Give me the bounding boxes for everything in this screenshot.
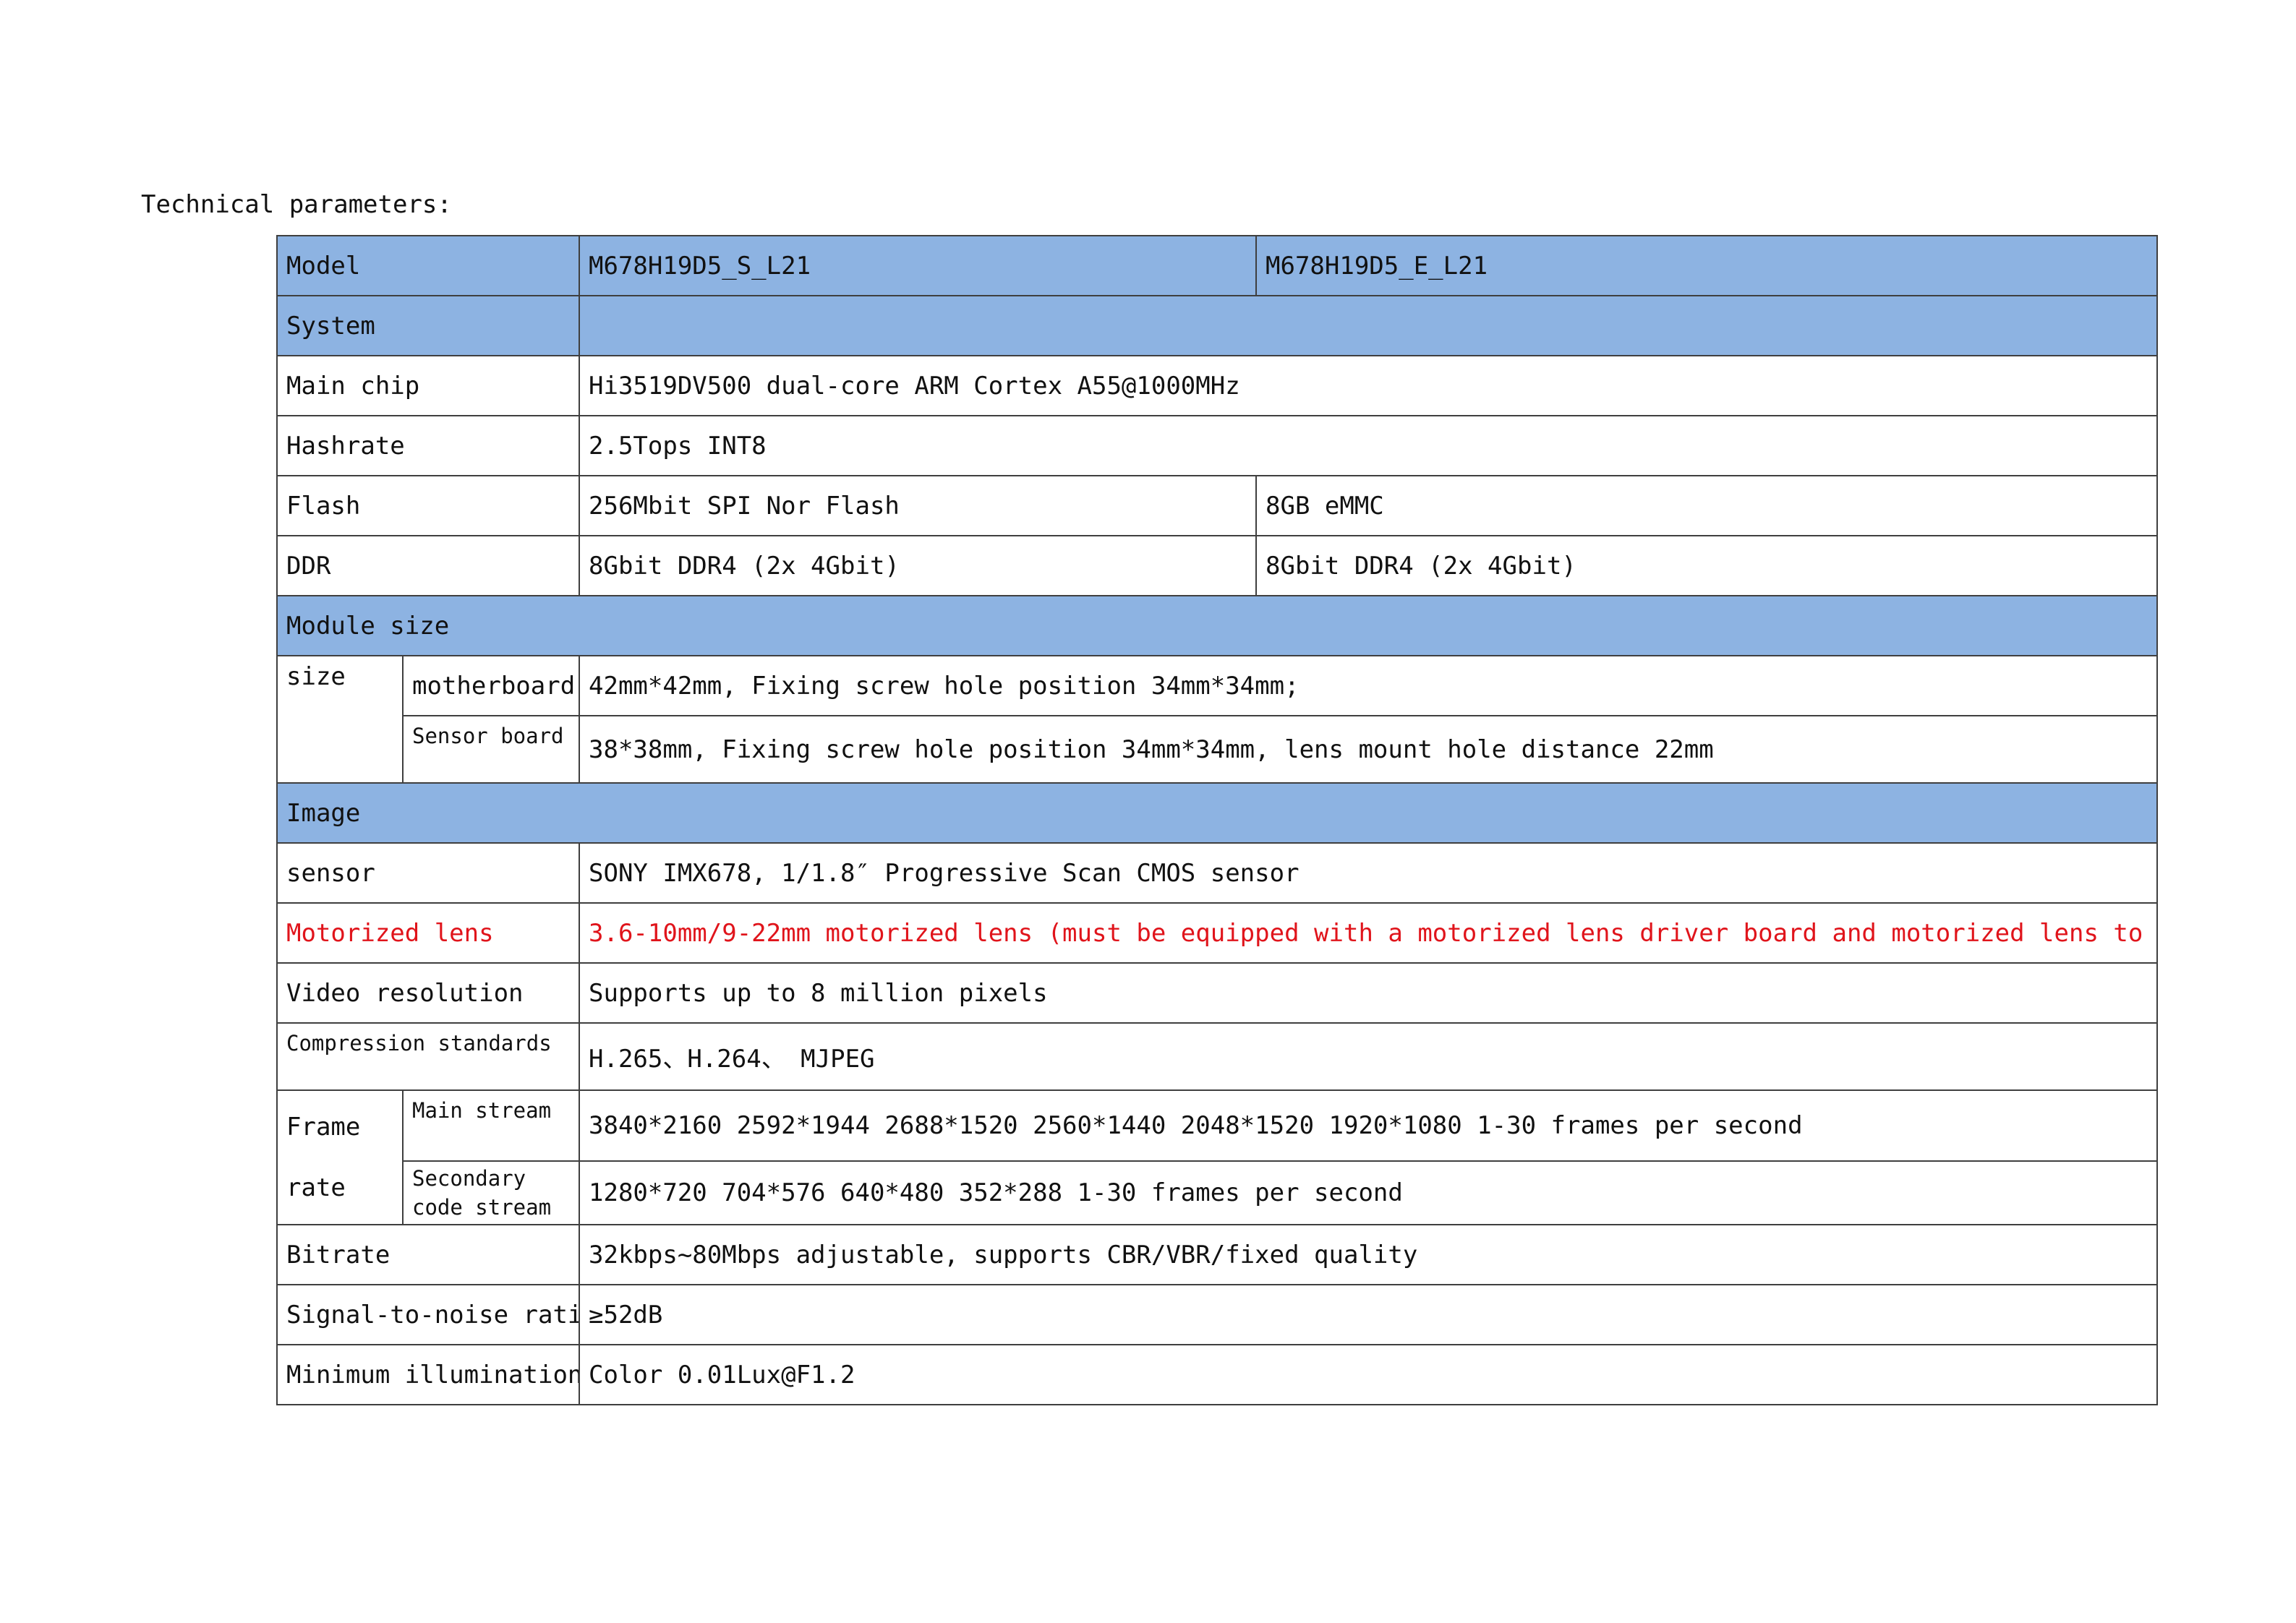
hashrate-label: Hashrate bbox=[276, 415, 581, 476]
snr-row: Signal-to-noise ratio ≥52dB bbox=[276, 1284, 2159, 1345]
technical-parameters-table: Model M678H19D5_S_L21 M678H19D5_E_L21 Sy… bbox=[276, 235, 2159, 1405]
secondary-stream-label-line1: Secondary bbox=[412, 1166, 526, 1191]
sensor-label: sensor bbox=[276, 842, 581, 904]
sensor-board-label: Sensor board bbox=[401, 715, 581, 784]
main-stream-row: Frame rate Main stream 3840*2160 2592*19… bbox=[276, 1089, 2159, 1225]
main-stream-value: 3840*2160 2592*1944 2688*1520 2560*1440 … bbox=[579, 1089, 2159, 1162]
ddr-row: DDR 8Gbit DDR4 (2x 4Gbit) 8Gbit DDR4 (2x… bbox=[276, 535, 2159, 596]
frame-rate-label: Frame rate bbox=[276, 1089, 404, 1225]
bitrate-row: Bitrate 32kbps~80Mbps adjustable, suppor… bbox=[276, 1224, 2159, 1285]
section-system-row: System bbox=[276, 295, 2159, 356]
main-chip-label: Main chip bbox=[276, 355, 581, 416]
motorized-lens-value: 3.6-10mm/9-22mm motorized lens (must be … bbox=[579, 902, 2159, 964]
main-chip-value: Hi3519DV500 dual-core ARM Cortex A55@100… bbox=[579, 355, 2159, 416]
min-illumination-value: Color 0.01Lux@F1.2 bbox=[579, 1344, 2159, 1405]
secondary-stream-value: 1280*720 704*576 640*480 352*288 1-30 fr… bbox=[579, 1160, 2159, 1225]
section-system-label: System bbox=[276, 295, 581, 356]
sensor-value: SONY IMX678, 1/1.8″ Progressive Scan CMO… bbox=[579, 842, 2159, 904]
sensor-board-value: 38*38mm, Fixing screw hole position 34mm… bbox=[579, 715, 2159, 784]
compression-row: Compression standards H.265、H.264、 MJPEG bbox=[276, 1022, 2159, 1091]
secondary-stream-label: Secondary code stream bbox=[401, 1160, 581, 1225]
hashrate-value: 2.5Tops INT8 bbox=[579, 415, 2159, 476]
snr-value: ≥52dB bbox=[579, 1284, 2159, 1345]
secondary-stream-row: Secondary code stream 1280*720 704*576 6… bbox=[277, 1160, 2159, 1225]
section-image-row: Image bbox=[276, 782, 2159, 844]
flash-row: Flash 256Mbit SPI Nor Flash 8GB eMMC bbox=[276, 475, 2159, 536]
section-image-label: Image bbox=[276, 782, 2159, 844]
snr-label: Signal-to-noise ratio bbox=[276, 1284, 581, 1345]
flash-e-value: 8GB eMMC bbox=[1255, 475, 2159, 536]
compression-value: H.265、H.264、 MJPEG bbox=[579, 1022, 2159, 1091]
bitrate-label: Bitrate bbox=[276, 1224, 581, 1285]
secondary-stream-label-line2: code stream bbox=[412, 1195, 552, 1220]
frame-rate-label-line1: Frame bbox=[286, 1113, 361, 1142]
hashrate-row: Hashrate 2.5Tops INT8 bbox=[276, 415, 2159, 476]
frame-rate-label-line2: rate bbox=[286, 1173, 346, 1202]
min-illumination-label: Minimum illumination bbox=[276, 1344, 581, 1405]
main-stream-label: Main stream bbox=[401, 1089, 581, 1162]
sensor-board-row: Sensor board 38*38mm, Fixing screw hole … bbox=[277, 715, 2159, 784]
model-label: Model bbox=[276, 235, 581, 296]
bitrate-value: 32kbps~80Mbps adjustable, supports CBR/V… bbox=[579, 1224, 2159, 1285]
page-heading: Technical parameters: bbox=[141, 190, 452, 219]
sensor-row: sensor SONY IMX678, 1/1.8″ Progressive S… bbox=[276, 842, 2159, 904]
motorized-lens-row: Motorized lens 3.6-10mm/9-22mm motorized… bbox=[276, 902, 2159, 964]
model-e-value: M678H19D5_E_L21 bbox=[1255, 235, 2159, 296]
motherboard-row: size motherboard 42mm*42mm, Fixing screw… bbox=[276, 655, 2159, 784]
section-module-size-label: Module size bbox=[276, 595, 2159, 656]
main-chip-row: Main chip Hi3519DV500 dual-core ARM Cort… bbox=[276, 355, 2159, 416]
motherboard-label: motherboard bbox=[401, 655, 581, 716]
section-module-size-row: Module size bbox=[276, 595, 2159, 656]
ddr-label: DDR bbox=[276, 535, 581, 596]
motherboard-value: 42mm*42mm, Fixing screw hole position 34… bbox=[579, 655, 2159, 716]
min-illumination-row: Minimum illumination Color 0.01Lux@F1.2 bbox=[276, 1344, 2159, 1405]
flash-label: Flash bbox=[276, 475, 581, 536]
ddr-e-value: 8Gbit DDR4 (2x 4Gbit) bbox=[1255, 535, 2159, 596]
flash-s-value: 256Mbit SPI Nor Flash bbox=[579, 475, 1258, 536]
ddr-s-value: 8Gbit DDR4 (2x 4Gbit) bbox=[579, 535, 1258, 596]
size-label: size bbox=[276, 655, 404, 784]
video-resolution-value: Supports up to 8 million pixels bbox=[579, 962, 2159, 1024]
compression-label: Compression standards bbox=[276, 1022, 581, 1091]
motorized-lens-label: Motorized lens bbox=[276, 902, 581, 964]
model-s-value: M678H19D5_S_L21 bbox=[579, 235, 1258, 296]
video-resolution-label: Video resolution bbox=[276, 962, 581, 1024]
model-row: Model M678H19D5_S_L21 M678H19D5_E_L21 bbox=[276, 235, 2159, 296]
section-system-empty bbox=[579, 295, 2159, 356]
video-resolution-row: Video resolution Supports up to 8 millio… bbox=[276, 962, 2159, 1024]
